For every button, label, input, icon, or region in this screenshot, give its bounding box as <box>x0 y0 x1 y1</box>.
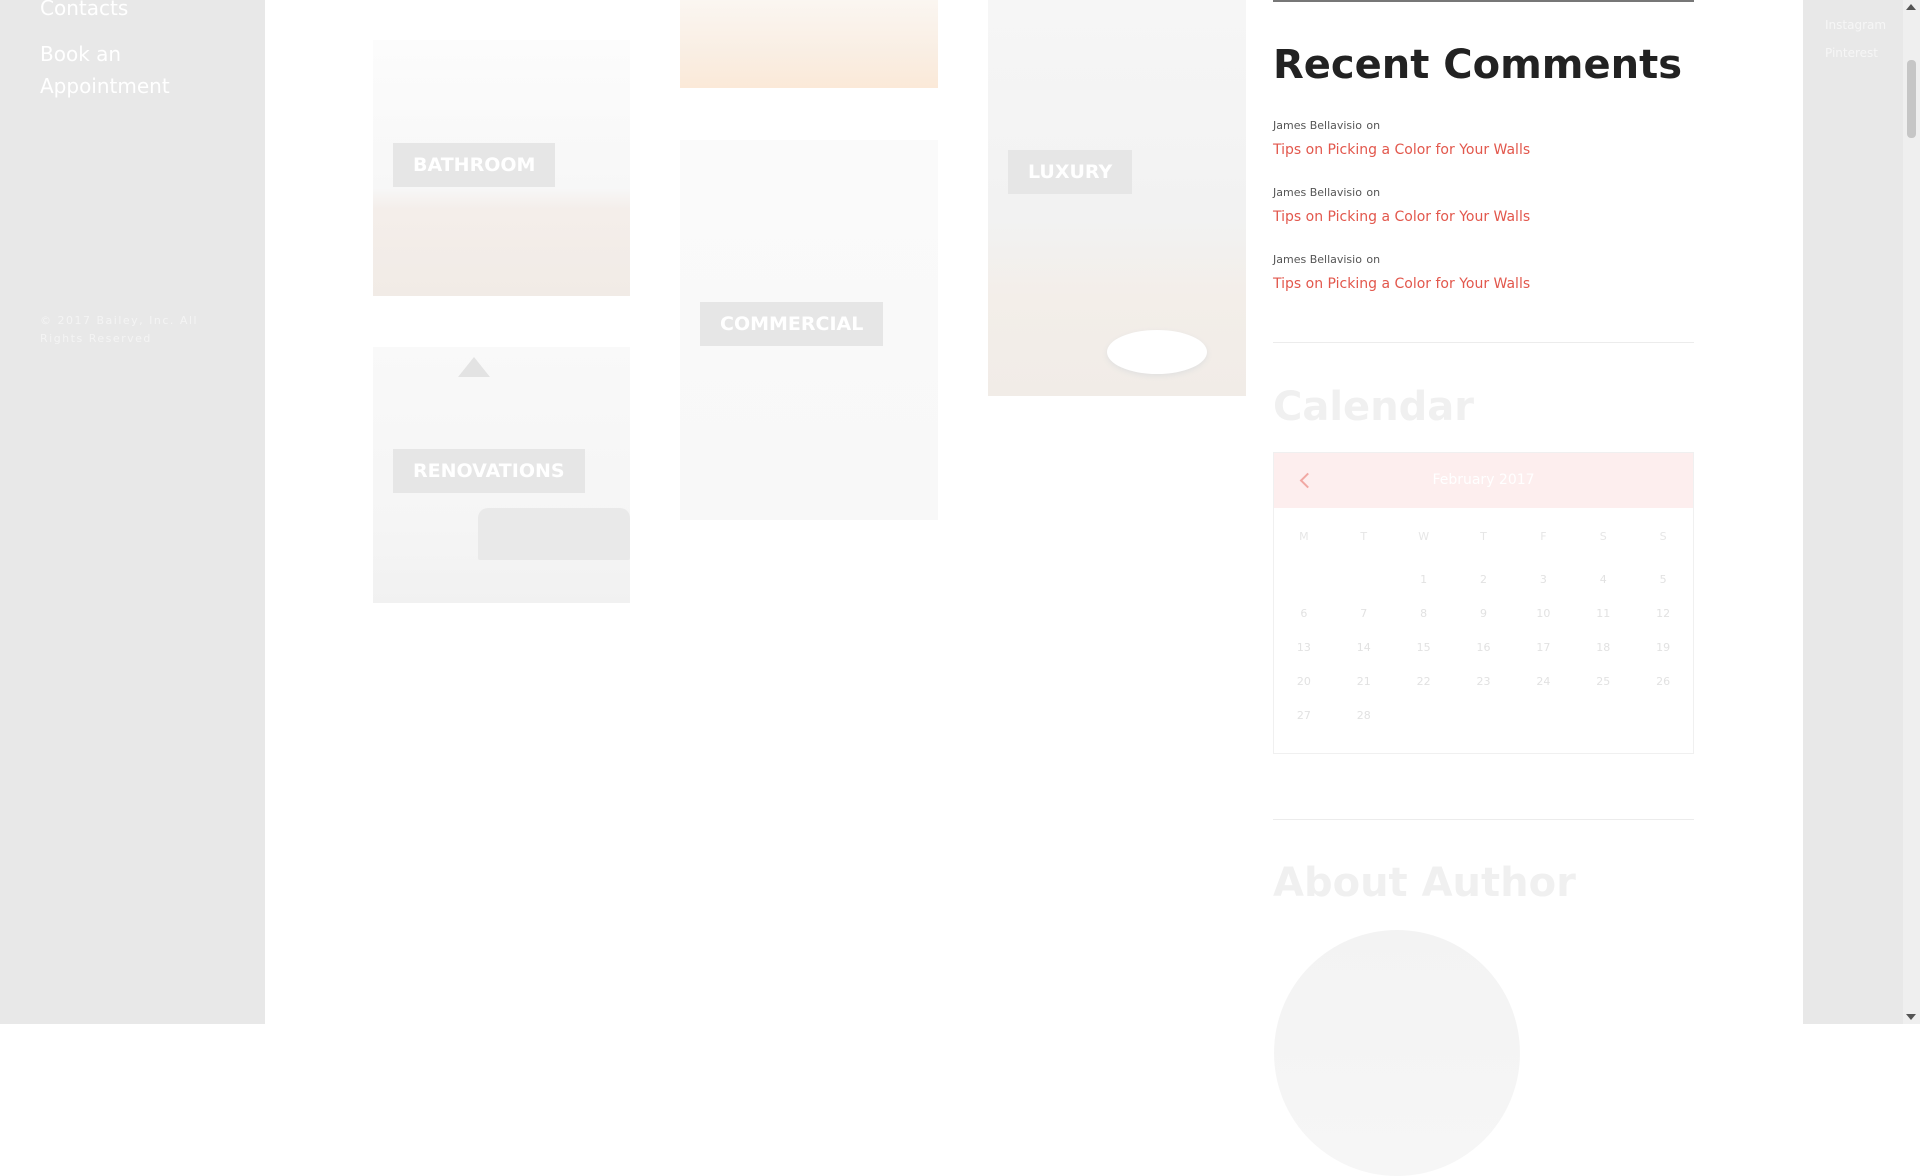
weekday-label: W <box>1418 530 1430 543</box>
calendar-day: 18 <box>1596 641 1611 654</box>
comment-post-link[interactable]: Tips on Picking a Color for Your Walls <box>1273 209 1530 225</box>
calendar-day: 15 <box>1416 641 1431 654</box>
about-author-title: About Author <box>1273 860 1576 906</box>
comment-post-link[interactable]: Tips on Picking a Color for Your Walls <box>1273 142 1530 158</box>
calendar-day: 23 <box>1476 675 1491 688</box>
social-link-instagram[interactable]: Instagram <box>1825 18 1886 32</box>
calendar-grid: M T W T F S S 1 2 3 4 5 6 7 8 9 10 11 12… <box>1274 523 1693 733</box>
calendar-day: 6 <box>1300 607 1308 620</box>
calendar-day: 12 <box>1656 607 1671 620</box>
weekday-label: T <box>1360 530 1368 543</box>
tile-label-luxury[interactable]: LUXURY <box>1008 150 1133 194</box>
tile-top-image[interactable] <box>680 0 938 88</box>
weekday-label: M <box>1299 530 1309 543</box>
calendar-day: 11 <box>1596 607 1611 620</box>
calendar-day: 17 <box>1536 641 1551 654</box>
calendar-day: 9 <box>1480 607 1487 620</box>
calendar-day: 27 <box>1296 709 1311 722</box>
calendar-day <box>1394 699 1454 733</box>
chevron-left-icon[interactable] <box>1294 468 1320 494</box>
comment-author: James Bellavisio <box>1273 253 1362 266</box>
weekday-label: S <box>1659 530 1667 543</box>
calendar-day: 10 <box>1536 607 1551 620</box>
sofa-image <box>478 508 630 560</box>
calendar-day: 26 <box>1656 675 1671 688</box>
calendar-day <box>1274 563 1334 597</box>
left-sidebar: Contacts Book an Appointment © 2017 Bail… <box>0 0 265 1024</box>
calendar-day <box>1454 699 1514 733</box>
widget-separator <box>1273 342 1694 343</box>
tile-label-commercial[interactable]: COMMERCIAL <box>700 302 884 346</box>
calendar-day <box>1334 563 1394 597</box>
calendar-day: 16 <box>1476 641 1491 654</box>
calendar-day: 13 <box>1296 641 1311 654</box>
calendar-day: 19 <box>1656 641 1671 654</box>
calendar-day: 1 <box>1420 573 1428 586</box>
calendar-day <box>1513 699 1573 733</box>
calendar-day: 22 <box>1416 675 1431 688</box>
scrollbar[interactable] <box>1903 0 1920 1024</box>
calendar-week: 20 21 22 23 24 25 26 <box>1274 665 1693 699</box>
tile-luxury[interactable]: LUXURY <box>988 0 1246 396</box>
calendar-month: February 2017 <box>1432 472 1535 488</box>
pendant-lamp-icon <box>458 357 490 377</box>
calendar-day: 3 <box>1539 573 1547 586</box>
calendar-day: 14 <box>1356 641 1371 654</box>
comment-author: James Bellavisio <box>1273 186 1362 199</box>
comment-connector: on <box>1366 186 1381 199</box>
calendar-day: 7 <box>1360 607 1368 620</box>
comment-item: James Bellavisio on Tips on Picking a Co… <box>1273 250 1530 292</box>
right-social-strip: Instagram Pinterest <box>1803 0 1920 1024</box>
tile-label-bathroom[interactable]: BATHROOM <box>393 143 556 187</box>
calendar-day: 8 <box>1420 607 1428 620</box>
calendar-week: 13 14 15 16 17 18 19 <box>1274 631 1693 665</box>
calendar-header: February 2017 <box>1274 453 1693 508</box>
calendar-day: 20 <box>1296 675 1311 688</box>
calendar-week: 27 28 <box>1274 699 1693 733</box>
calendar-day: 24 <box>1536 675 1551 688</box>
comment-item: James Bellavisio on Tips on Picking a Co… <box>1273 183 1530 225</box>
calendar-day: 5 <box>1659 573 1667 586</box>
author-avatar <box>1274 930 1520 1176</box>
tile-renovations[interactable]: RENOVATIONS <box>373 347 630 603</box>
comment-author: James Bellavisio <box>1273 119 1362 132</box>
scrollbar-thumb[interactable] <box>1907 60 1916 138</box>
calendar-title: Calendar <box>1273 384 1475 430</box>
calendar-weekday-row: M T W T F S S <box>1274 523 1693 551</box>
calendar-day: 4 <box>1599 573 1607 586</box>
comment-connector: on <box>1366 253 1381 266</box>
tile-commercial[interactable]: COMMERCIAL <box>680 140 938 520</box>
calendar-day: 2 <box>1480 573 1487 586</box>
weekday-label: S <box>1599 530 1607 543</box>
widget-divider <box>1273 0 1694 2</box>
calendar-day <box>1633 699 1693 733</box>
scroll-down-icon[interactable] <box>1906 1014 1916 1020</box>
tile-label-renovations[interactable]: RENOVATIONS <box>393 449 585 493</box>
scroll-up-icon[interactable] <box>1906 4 1916 10</box>
dish-image <box>1107 330 1207 374</box>
calendar-day <box>1573 699 1633 733</box>
calendar-week: 1 2 3 4 5 <box>1274 563 1693 597</box>
calendar-day: 21 <box>1356 675 1371 688</box>
comment-connector: on <box>1366 119 1381 132</box>
calendar-day: 25 <box>1596 675 1611 688</box>
weekday-label: T <box>1480 530 1487 543</box>
widget-separator <box>1273 819 1694 820</box>
nav-contacts[interactable]: Contacts <box>40 0 128 24</box>
recent-comments-title: Recent Comments <box>1273 42 1683 88</box>
social-link-pinterest[interactable]: Pinterest <box>1825 46 1878 60</box>
comment-post-link[interactable]: Tips on Picking a Color for Your Walls <box>1273 276 1530 292</box>
comment-item: James Bellavisio on Tips on Picking a Co… <box>1273 116 1530 158</box>
copyright-text: © 2017 Bailey, Inc. All Rights Reserved <box>40 314 199 345</box>
calendar-day: 28 <box>1356 709 1371 722</box>
calendar-widget: February 2017 M T W T F S S 1 2 3 4 5 6 … <box>1273 452 1694 754</box>
nav-book-appointment[interactable]: Book an Appointment <box>40 38 200 102</box>
weekday-label: F <box>1540 530 1547 543</box>
tile-bathroom[interactable]: BATHROOM <box>373 40 630 296</box>
calendar-week: 6 7 8 9 10 11 12 <box>1274 597 1693 631</box>
